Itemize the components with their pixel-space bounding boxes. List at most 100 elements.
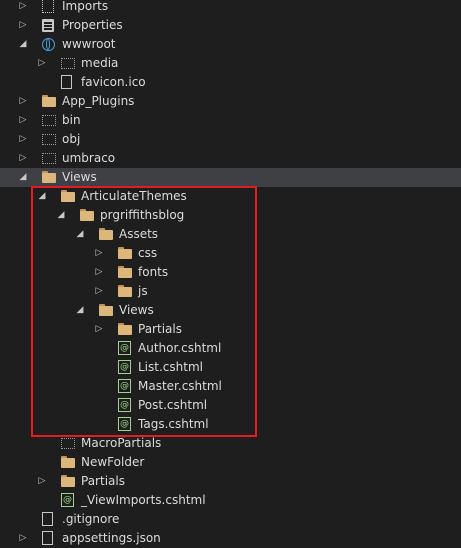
tree-item[interactable]: ▷ umbraco xyxy=(0,149,461,168)
folder-icon xyxy=(61,456,75,469)
tree-item-label: Views xyxy=(119,303,154,317)
imports-icon xyxy=(42,0,54,13)
tree-item-label: appsettings.json xyxy=(62,531,161,545)
tree-item-label: NewFolder xyxy=(81,455,145,469)
razor-file-icon: @ xyxy=(118,417,131,431)
tree-item-label: prgriffithsblog xyxy=(100,208,185,222)
collapsed-arrow-icon[interactable]: ▷ xyxy=(37,54,47,73)
razor-file-icon: @ xyxy=(118,398,131,412)
tree-item-label: Post.cshtml xyxy=(138,398,208,412)
tree-item-label: umbraco xyxy=(62,151,116,165)
tree-item-label: .gitignore xyxy=(62,512,120,526)
tree-item[interactable]: @ Master.cshtml xyxy=(0,377,461,396)
tree-item-label: Partials xyxy=(138,322,182,336)
tree-item[interactable]: ▷ appsettings.json xyxy=(0,529,461,548)
ghost-folder-icon xyxy=(42,115,56,126)
tree-item-label: _ViewImports.cshtml xyxy=(81,493,206,507)
expanded-arrow-icon[interactable]: ◢ xyxy=(37,187,47,206)
collapsed-arrow-icon[interactable]: ▷ xyxy=(18,0,28,16)
collapsed-arrow-icon[interactable]: ▷ xyxy=(18,111,28,130)
tree-item-label: Assets xyxy=(119,227,159,241)
file-icon xyxy=(61,75,72,89)
properties-icon xyxy=(42,19,54,32)
tree-item-label: Master.cshtml xyxy=(138,379,222,393)
tree-item[interactable]: ▷ css xyxy=(0,244,461,263)
tree-item[interactable]: ▷ Partials xyxy=(0,320,461,339)
tree-item-label: bin xyxy=(62,113,81,127)
expanded-arrow-icon[interactable]: ◢ xyxy=(75,301,85,320)
razor-file-icon: @ xyxy=(61,493,74,507)
tree-item[interactable]: @ Post.cshtml xyxy=(0,396,461,415)
tree-item-label: obj xyxy=(62,132,81,146)
collapsed-arrow-icon[interactable]: ▷ xyxy=(18,92,28,111)
tree-item-label: ArticulateThemes xyxy=(81,189,187,203)
file-icon xyxy=(42,531,53,545)
tree-item-label: css xyxy=(138,246,158,260)
razor-file-icon: @ xyxy=(118,379,131,393)
ghost-folder-icon xyxy=(42,153,56,164)
ghost-folder-icon xyxy=(61,58,75,69)
tree-item-label: Imports xyxy=(62,0,109,13)
tree-item[interactable]: ◢ Views xyxy=(0,301,461,320)
tree-item[interactable]: ▷ obj xyxy=(0,130,461,149)
folder-icon xyxy=(61,190,75,203)
folder-icon xyxy=(118,323,132,336)
collapsed-arrow-icon[interactable]: ▷ xyxy=(18,149,28,168)
collapsed-arrow-icon[interactable]: ▷ xyxy=(94,320,104,339)
expanded-arrow-icon[interactable]: ◢ xyxy=(75,225,85,244)
expanded-arrow-icon[interactable]: ◢ xyxy=(18,35,28,54)
tree-item-label: Views xyxy=(62,170,97,184)
tree-item[interactable]: ▷ media xyxy=(0,54,461,73)
folder-icon xyxy=(42,95,56,108)
tree-item-label: Partials xyxy=(81,474,125,488)
ghost-folder-icon xyxy=(42,134,56,145)
tree-item-label: fonts xyxy=(138,265,169,279)
tree-item[interactable]: ▷ Properties xyxy=(0,16,461,35)
collapsed-arrow-icon[interactable]: ▷ xyxy=(37,472,47,491)
folder-icon xyxy=(61,475,75,488)
tree-item-label: Author.cshtml xyxy=(138,341,222,355)
tree-item-label: favicon.ico xyxy=(81,75,146,89)
tree-item[interactable]: ▷ Partials xyxy=(0,472,461,491)
tree-item[interactable]: ◢ ArticulateThemes xyxy=(0,187,461,206)
tree-item-label: App_Plugins xyxy=(62,94,135,108)
collapsed-arrow-icon[interactable]: ▷ xyxy=(18,130,28,149)
folder-icon xyxy=(118,247,132,260)
tree-item[interactable]: ◢ Views xyxy=(0,168,461,187)
tree-item-label: js xyxy=(138,284,148,298)
tree-item[interactable]: MacroPartials xyxy=(0,434,461,453)
tree-item[interactable]: @ List.cshtml xyxy=(0,358,461,377)
tree-item[interactable]: ◢ Assets xyxy=(0,225,461,244)
tree-item[interactable]: .gitignore xyxy=(0,510,461,529)
tree-item[interactable]: ▷ App_Plugins xyxy=(0,92,461,111)
collapsed-arrow-icon[interactable]: ▷ xyxy=(18,529,28,548)
tree-item[interactable]: ◢ wwwroot xyxy=(0,35,461,54)
tree-item[interactable]: ▷ fonts xyxy=(0,263,461,282)
tree-item[interactable]: favicon.ico xyxy=(0,73,461,92)
folder-icon xyxy=(118,285,132,298)
tree-item[interactable]: ▷ bin xyxy=(0,111,461,130)
razor-file-icon: @ xyxy=(118,360,131,374)
expanded-arrow-icon[interactable]: ◢ xyxy=(56,206,66,225)
tree-item[interactable]: @ Tags.cshtml xyxy=(0,415,461,434)
tree-item[interactable]: ▷ Imports xyxy=(0,0,461,16)
tree-item[interactable]: @ _ViewImports.cshtml xyxy=(0,491,461,510)
ghost-folder-icon xyxy=(61,438,75,449)
globe-icon xyxy=(42,38,55,51)
razor-file-icon: @ xyxy=(118,341,131,355)
solution-explorer-tree: ▷ Imports ▷ Properties ◢ wwwroot ▷ media favicon… xyxy=(0,0,461,548)
collapsed-arrow-icon[interactable]: ▷ xyxy=(94,263,104,282)
tree-item[interactable]: ◢ prgriffithsblog xyxy=(0,206,461,225)
collapsed-arrow-icon[interactable]: ▷ xyxy=(94,244,104,263)
tree-item[interactable]: ▷ js xyxy=(0,282,461,301)
tree-item-label: media xyxy=(81,56,119,70)
tree-item-label: List.cshtml xyxy=(138,360,203,374)
collapsed-arrow-icon[interactable]: ▷ xyxy=(18,16,28,35)
tree-item-label: Properties xyxy=(62,18,123,32)
tree-item[interactable]: NewFolder xyxy=(0,453,461,472)
tree-item[interactable]: @ Author.cshtml xyxy=(0,339,461,358)
expanded-arrow-icon[interactable]: ◢ xyxy=(18,168,28,187)
tree-item-label: Tags.cshtml xyxy=(138,417,209,431)
collapsed-arrow-icon[interactable]: ▷ xyxy=(94,282,104,301)
folder-icon xyxy=(42,171,56,184)
